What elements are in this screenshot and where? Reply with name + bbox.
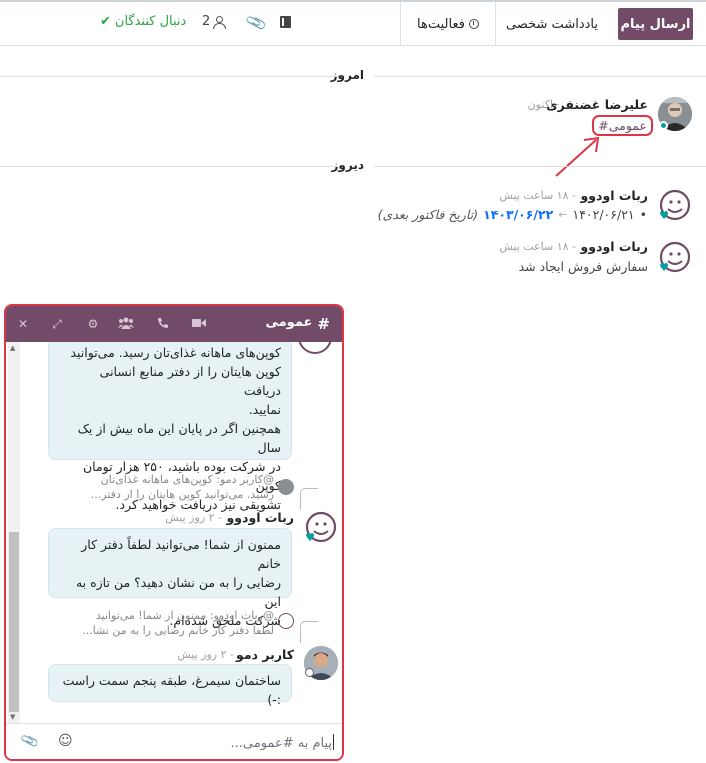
activities-label: فعالیت‌ها <box>417 16 465 32</box>
video-camera-icon[interactable] <box>192 317 206 331</box>
book-icon[interactable] <box>280 16 291 28</box>
date-separator-yesterday: دیروز <box>0 158 706 174</box>
log-note-tab[interactable]: یادداشت شخصی <box>498 2 606 46</box>
heart-icon: ♥ <box>659 261 669 274</box>
users-icon[interactable] <box>118 317 134 331</box>
chat-title-text: عمومی <box>265 315 313 330</box>
message-body: سفارش فروش ایجاد شد <box>518 259 648 274</box>
reply-reference[interactable]: @کاربر دمو: کوپن‌های ماهانه غذای‌تان رسی… <box>64 472 274 502</box>
chat-composer: ☺ 📎 <box>6 723 342 759</box>
emoji-icon[interactable]: ☺ <box>58 733 73 749</box>
paperclip-icon[interactable]: 📎 <box>20 732 40 752</box>
heart-icon: ♥ <box>659 209 669 222</box>
avatar <box>278 479 294 495</box>
clock-icon <box>468 19 479 29</box>
scroll-down-arrow[interactable]: ▼ <box>10 713 15 721</box>
arrow-left-icon: ← <box>558 208 568 221</box>
chat-message-input[interactable] <box>72 732 332 754</box>
gear-icon[interactable]: ⚙ <box>86 317 100 331</box>
message-author[interactable]: کاربر دمو <box>236 647 294 662</box>
paperclip-icon[interactable]: 📎 <box>244 11 268 34</box>
odoobot-avatar <box>298 342 332 354</box>
message-author[interactable]: ربات اودوو <box>580 239 648 254</box>
chat-window: # عمومی ⚙ ⤢ ✕ ▲ ▼ کوپن‌های ماهانه غذای‌ت… <box>4 304 344 761</box>
message-time: - ۱۸ ساعت پیش <box>499 240 576 253</box>
follow-label: دنبال کنندگان <box>114 14 187 29</box>
date-separator-today: امروز <box>0 68 706 84</box>
chatter-topbar: ارسال پیام یادداشت شخصی فعالیت‌ها 📎 2 دن… <box>0 2 706 46</box>
send-message-button[interactable]: ارسال پیام <box>618 8 693 40</box>
offline-status-dot <box>305 668 314 677</box>
check-icon: ✔ <box>100 14 111 29</box>
odoobot-mini-avatar <box>278 613 294 629</box>
tracking-field-name: (تاریخ فاکتور بعدی) <box>377 207 479 222</box>
followers-count: 2 <box>202 14 211 29</box>
heart-icon: ♥ <box>305 531 315 544</box>
message-author[interactable]: ربات اودوو <box>580 188 648 203</box>
reply-connector <box>300 488 318 510</box>
message-author[interactable]: ربات اودوو <box>226 510 294 525</box>
follow-button[interactable]: دنبال کنندگان ✔ <box>100 14 186 29</box>
reply-reference[interactable]: @ربات اودوو: ممنون از شما! می‌توانید لطف… <box>64 608 274 638</box>
message-time: - ۲ روز پیش <box>165 511 222 524</box>
bullet: • <box>639 207 647 222</box>
hashtag-icon: # <box>317 315 330 333</box>
text-caret <box>333 734 334 750</box>
message-bubble: ساختمان سیمرغ، طبقه پنجم سمت راست :-) <box>48 664 292 707</box>
chat-window-title[interactable]: # عمومی <box>265 315 330 333</box>
expand-icon[interactable]: ⤢ <box>50 317 64 331</box>
chat-window-header[interactable]: # عمومی ⚙ ⤢ ✕ <box>6 306 342 342</box>
followers-button[interactable]: 2 <box>202 14 227 29</box>
message-bubble: کوپن‌های ماهانه غذای‌تان رسید. می‌توانید… <box>48 342 292 512</box>
tracking-new-value: ۱۴۰۳/۰۶/۲۲ <box>483 207 554 222</box>
message-time: - ۱۸ ساعت پیش <box>499 189 576 202</box>
tracking-old-value: ۱۴۰۲/۰۶/۲۱ <box>572 207 635 222</box>
user-icon <box>213 15 227 29</box>
message-bubble: ممنون از شما! می‌توانید لطفاً دفتر کار خ… <box>48 528 292 628</box>
reply-connector <box>300 621 318 643</box>
close-icon[interactable]: ✕ <box>16 317 30 331</box>
tracking-value-row: • ۱۴۰۲/۰۶/۲۱ ← ۱۴۰۳/۰۶/۲۲ (تاریخ فاکتور … <box>378 207 647 222</box>
chat-thread[interactable]: ▲ ▼ کوپن‌های ماهانه غذای‌تان رسید. می‌تو… <box>6 342 342 723</box>
phone-icon[interactable] <box>156 317 170 331</box>
scroll-up-arrow[interactable]: ▲ <box>10 344 15 352</box>
message-time: · اکنون <box>527 98 560 111</box>
activities-tab[interactable]: فعالیت‌ها <box>400 2 496 46</box>
message-author[interactable]: علیرضا غضنفری <box>546 97 648 112</box>
scrollbar-thumb[interactable] <box>9 532 19 712</box>
message-time: - ۲ روز پیش <box>177 648 234 661</box>
online-status-dot <box>659 121 668 130</box>
